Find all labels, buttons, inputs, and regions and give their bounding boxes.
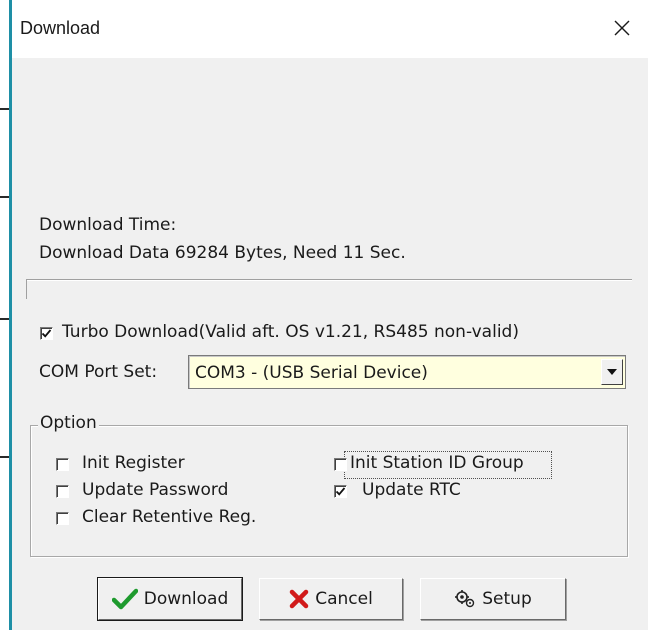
chevron-down-icon [607, 369, 617, 375]
download-time-label: Download Time: [39, 215, 177, 235]
close-icon [289, 589, 309, 609]
com-port-select[interactable]: COM3 - (USB Serial Device) [188, 355, 626, 389]
update-password-checkbox[interactable] [56, 485, 69, 498]
edge-tick [0, 318, 9, 320]
checkmark-icon [41, 329, 52, 338]
turbo-download-label[interactable]: Turbo Download(Valid aft. OS v1.21, RS48… [62, 322, 519, 342]
edge-tick [0, 456, 9, 458]
title-bar: Download [12, 0, 648, 58]
gear-icon [455, 590, 475, 608]
clear-retentive-checkbox[interactable] [56, 512, 69, 525]
com-port-value: COM3 - (USB Serial Device) [195, 363, 428, 383]
com-port-label: COM Port Set: [39, 362, 158, 382]
init-station-id-label[interactable]: Init Station ID Group [350, 453, 524, 473]
cancel-button-label: Cancel [315, 589, 373, 609]
close-button[interactable] [602, 8, 642, 48]
update-rtc-checkbox[interactable] [334, 485, 347, 498]
cancel-button[interactable]: Cancel [259, 578, 403, 620]
background-window-edge [0, 0, 12, 630]
download-button[interactable]: Download [97, 577, 243, 621]
clear-retentive-label[interactable]: Clear Retentive Reg. [82, 507, 256, 527]
download-dialog: Download Download Time: Download Data 69… [0, 0, 648, 630]
dropdown-button[interactable] [601, 359, 623, 385]
setup-button[interactable]: Setup [420, 578, 566, 620]
window-title: Download [20, 18, 101, 38]
edge-tick [0, 196, 9, 198]
init-register-checkbox[interactable] [56, 458, 69, 471]
update-rtc-label[interactable]: Update RTC [362, 480, 461, 500]
init-station-id-checkbox[interactable] [334, 458, 347, 471]
dialog-body: Download Time: Download Data 69284 Bytes… [12, 58, 648, 630]
download-data-info: Download Data 69284 Bytes, Need 11 Sec. [39, 243, 406, 263]
separator-edge [26, 279, 28, 299]
close-icon [614, 20, 630, 36]
separator [26, 279, 632, 281]
init-register-label[interactable]: Init Register [82, 453, 185, 473]
setup-button-label: Setup [482, 589, 532, 609]
download-button-label: Download [143, 589, 229, 609]
checkmark-icon [335, 487, 346, 496]
update-password-label[interactable]: Update Password [82, 480, 228, 500]
option-group-legend: Option [38, 413, 99, 433]
edge-tick [0, 108, 9, 110]
turbo-download-checkbox[interactable] [40, 327, 53, 340]
checkmark-icon [111, 588, 138, 610]
